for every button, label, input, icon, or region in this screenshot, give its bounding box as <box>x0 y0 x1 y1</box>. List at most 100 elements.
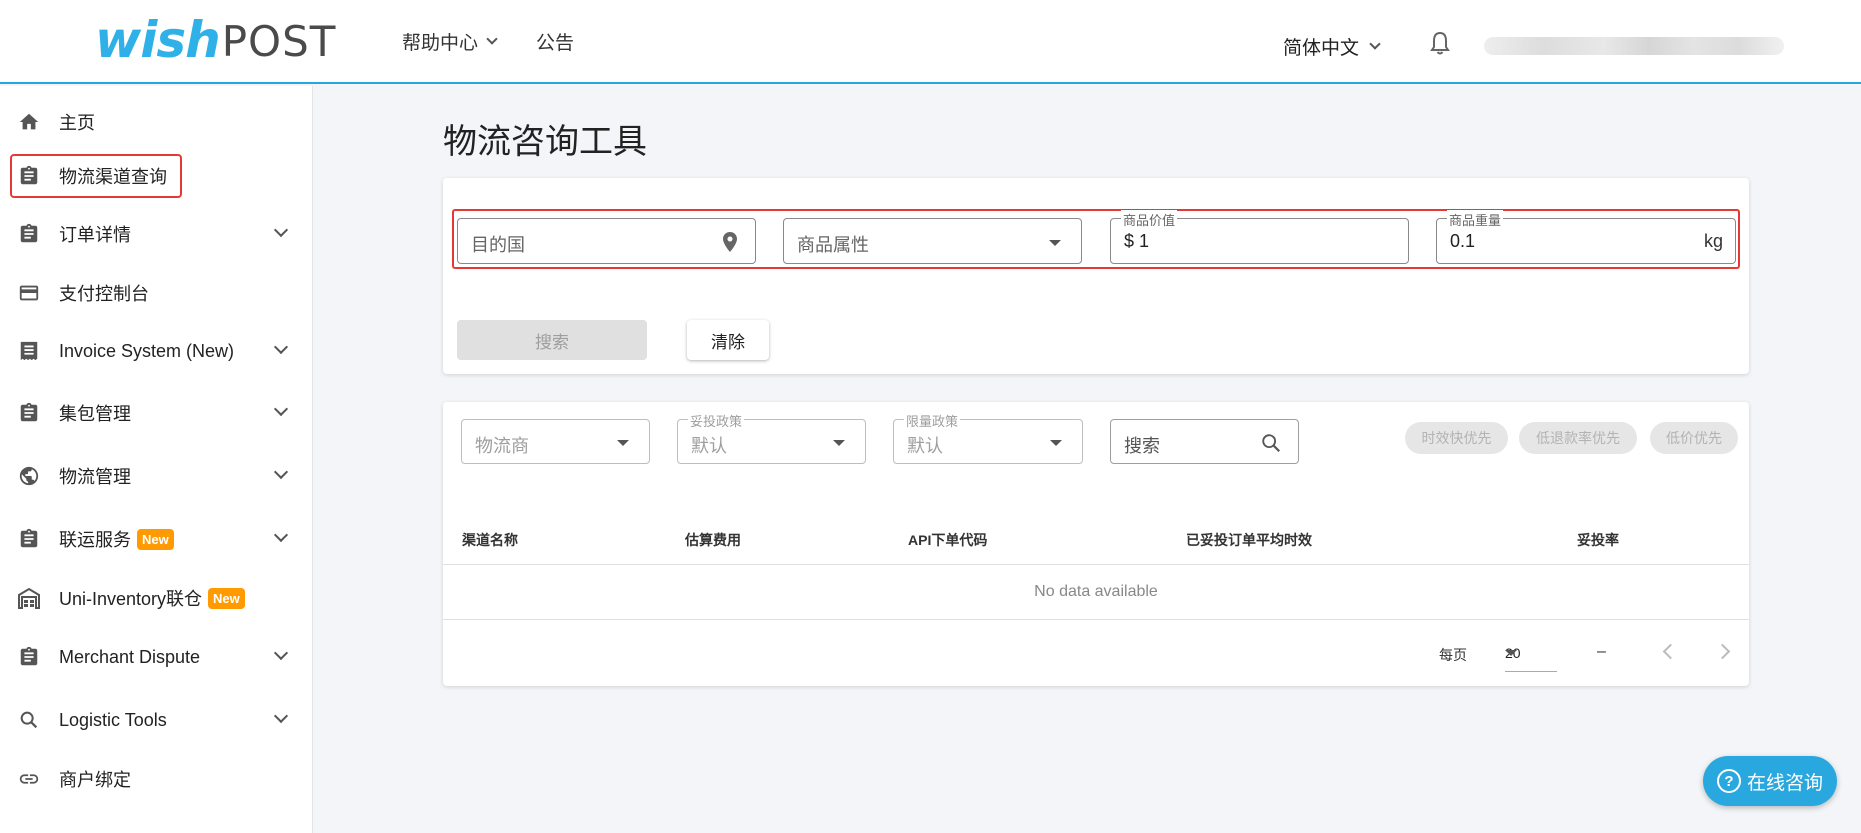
new-badge: New <box>137 529 174 550</box>
nav-announcements[interactable]: 公告 <box>536 28 574 55</box>
sidebar-item-text: Uni-Inventory联仓 <box>59 589 203 609</box>
chevron-down-icon <box>273 222 289 238</box>
sidebar-item-intermodal-service[interactable]: 联运服务 New <box>0 515 313 563</box>
caret-down-icon <box>1049 240 1061 246</box>
nav-announcements-label: 公告 <box>536 33 575 54</box>
clipboard-icon <box>17 222 41 246</box>
limit-policy-value: 默认 <box>907 436 943 456</box>
product-value-field[interactable]: 商品价值 $ 1 <box>1110 210 1409 264</box>
pagination-range: – <box>1597 643 1606 660</box>
sidebar-item-uni-inventory[interactable]: Uni-Inventory联仓 New <box>0 574 313 622</box>
search-icon <box>1262 434 1281 453</box>
search-input[interactable]: 搜索 <box>1110 419 1299 464</box>
sidebar-item-merchant-binding[interactable]: 商户绑定 <box>0 755 313 803</box>
chip-fastest[interactable]: 时效快优先 <box>1405 422 1508 454</box>
sidebar-item-logistics-channel-query[interactable]: 物流渠道查询 <box>0 152 313 200</box>
search-icon <box>17 708 41 732</box>
language-label: 简体中文 <box>1283 38 1360 59</box>
warehouse-icon <box>17 586 41 610</box>
carrier-select[interactable]: 物流商 <box>461 419 650 464</box>
online-consult-button[interactable]: ? 在线咨询 <box>1703 756 1837 806</box>
sidebar-item-label: 物流渠道查询 <box>59 167 167 187</box>
globe-icon <box>17 464 41 488</box>
page-title: 物流咨询工具 <box>443 123 647 161</box>
product-weight-field[interactable]: 商品重量 0.1 kg <box>1436 210 1736 264</box>
sidebar-item-label: Merchant Dispute <box>59 646 201 667</box>
sidebar-item-order-details[interactable]: 订单详情 <box>0 210 313 258</box>
chip-low-price[interactable]: 低价优先 <box>1650 422 1738 454</box>
sidebar-item-invoice-system[interactable]: Invoice System (New) <box>0 327 313 375</box>
new-badge: New <box>208 588 245 609</box>
nav-help-center[interactable]: 帮助中心 <box>402 28 498 55</box>
logo-wish-text: wish <box>95 11 221 69</box>
chevron-down-icon <box>273 708 289 724</box>
sidebar-item-label: 订单详情 <box>59 225 131 245</box>
sidebar-item-label: 集包管理 <box>59 404 131 424</box>
delivery-policy-select[interactable]: 妥投政策 默认 <box>677 411 866 464</box>
search-button[interactable]: 搜索 <box>457 320 647 360</box>
clipboard-icon <box>17 401 41 425</box>
bell-icon[interactable] <box>1428 30 1452 58</box>
chevron-down-icon <box>273 464 289 480</box>
sidebar-item-label: 物流管理 <box>59 467 131 487</box>
user-account-blurred[interactable] <box>1484 37 1784 55</box>
attribute-placeholder: 商品属性 <box>797 235 869 255</box>
chevron-down-icon <box>486 33 498 45</box>
sidebar-item-label: Uni-Inventory联仓 New <box>59 585 245 611</box>
clipboard-icon <box>17 527 41 551</box>
sidebar-item-logistics-management[interactable]: 物流管理 <box>0 452 313 500</box>
chevron-down-icon <box>273 339 289 355</box>
sidebar-item-home[interactable]: 主页 <box>0 98 313 146</box>
empty-table-message: No data available <box>1034 583 1158 600</box>
product-value: $ 1 <box>1124 231 1150 251</box>
product-weight: 0.1 <box>1450 231 1476 251</box>
next-page-button[interactable] <box>1716 643 1734 661</box>
limit-policy-select[interactable]: 限量政策 默认 <box>893 411 1083 464</box>
credit-card-icon <box>17 281 41 305</box>
previous-page-button[interactable] <box>1660 643 1678 661</box>
top-nav: 帮助中心 公告 <box>402 28 574 55</box>
sidebar-item-label: 商户绑定 <box>59 770 131 790</box>
receipt-icon <box>17 339 41 363</box>
limit-policy-label: 限量政策 <box>904 411 961 430</box>
language-selector[interactable]: 简体中文 <box>1283 33 1381 60</box>
column-header[interactable]: 妥投率 <box>1577 530 1619 550</box>
clipboard-icon <box>17 645 41 669</box>
caret-down-icon <box>1505 650 1517 656</box>
sidebar-item-merchant-dispute[interactable]: Merchant Dispute <box>0 633 313 681</box>
product-weight-label: 商品重量 <box>1447 210 1504 229</box>
chevron-down-icon <box>273 527 289 543</box>
product-attribute-select[interactable]: 商品属性 <box>783 218 1082 264</box>
sidebar-item-label: Invoice System (New) <box>59 340 235 361</box>
column-header[interactable]: 渠道名称 <box>462 530 518 550</box>
product-value-label: 商品价值 <box>1121 210 1178 229</box>
link-icon <box>17 767 41 791</box>
sidebar-item-text: 联运服务 <box>59 530 131 550</box>
divider <box>443 619 1749 620</box>
chip-low-refund[interactable]: 低退款率优先 <box>1519 422 1637 454</box>
sidebar-item-consolidation[interactable]: 集包管理 <box>0 389 313 437</box>
chevron-down-icon <box>273 401 289 417</box>
caret-down-icon <box>617 440 629 446</box>
question-icon: ? <box>1716 769 1741 793</box>
clear-button[interactable]: 清除 <box>687 320 769 360</box>
rows-per-page-select[interactable]: 20 <box>1505 638 1557 672</box>
sidebar-item-logistic-tools[interactable]: Logistic Tools <box>0 696 313 744</box>
chevron-down-icon <box>1369 38 1381 50</box>
wishpost-logo[interactable]: wish POST <box>95 12 336 68</box>
sidebar-item-label: Logistic Tools <box>59 709 167 730</box>
column-header[interactable]: API下单代码 <box>908 530 987 550</box>
caret-down-icon <box>833 440 845 446</box>
delivery-policy-label: 妥投政策 <box>688 411 745 430</box>
sidebar-item-payment-console[interactable]: 支付控制台 <box>0 269 313 317</box>
sidebar-item-label: 联运服务 New <box>59 526 174 552</box>
destination-country-field[interactable]: 目的国 <box>457 218 756 264</box>
sidebar-item-label: 支付控制台 <box>59 284 149 304</box>
sidebar-item-label: 主页 <box>59 113 95 133</box>
nav-help-center-label: 帮助中心 <box>402 33 479 54</box>
caret-down-icon <box>1050 440 1062 446</box>
column-header[interactable]: 估算费用 <box>685 530 741 550</box>
column-header[interactable]: 已妥投订单平均时效 <box>1186 530 1312 550</box>
search-placeholder: 搜索 <box>1124 436 1160 456</box>
destination-placeholder: 目的国 <box>471 235 525 255</box>
